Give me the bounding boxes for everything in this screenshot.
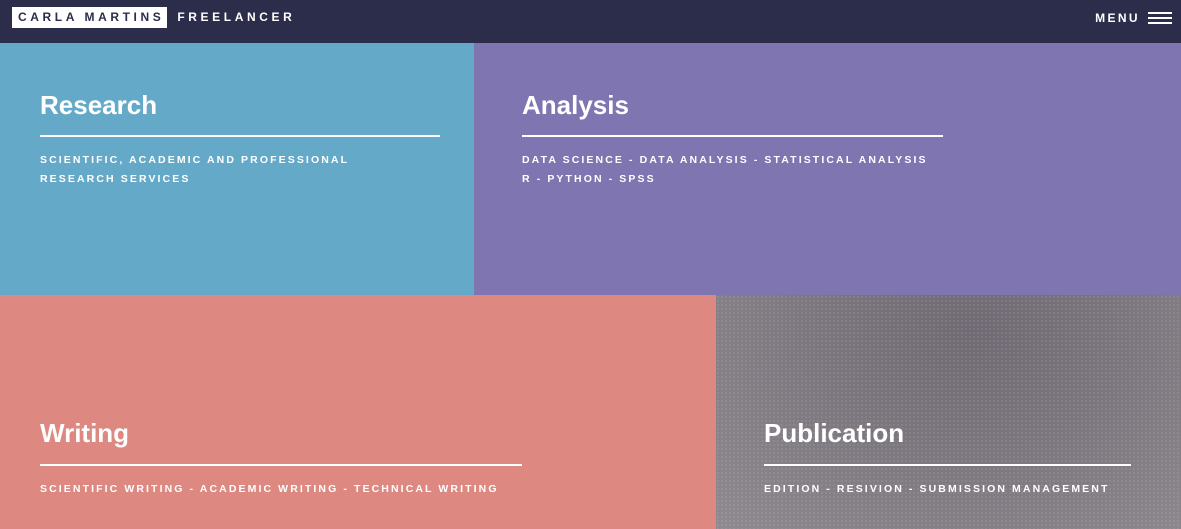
- tile-research-line-1: SCIENTIFIC, ACADEMIC AND PROFESSIONAL: [40, 154, 350, 166]
- tile-publication-line-1: EDITION - RESIVION - SUBMISSION MANAGEME…: [764, 483, 1110, 495]
- brand-subtitle: FREELANCER: [177, 10, 296, 24]
- tile-publication-title[interactable]: Publication: [764, 418, 904, 448]
- tile-writing-description: SCIENTIFIC WRITING - ACADEMIC WRITING - …: [40, 480, 499, 499]
- brand-name[interactable]: CARLA MARTINS: [12, 7, 168, 28]
- tile-analysis-divider: [522, 135, 943, 137]
- brand-logo[interactable]: CARLA MARTINS FREELANCER: [12, 7, 295, 28]
- hamburger-icon[interactable]: [1148, 11, 1172, 25]
- tile-analysis-line-1: DATA SCIENCE - DATA ANALYSIS - STATISTIC…: [522, 154, 928, 166]
- tile-analysis-description: DATA SCIENCE - DATA ANALYSIS - STATISTIC…: [522, 151, 928, 189]
- tile-research-divider: [40, 135, 440, 137]
- tile-writing[interactable]: Writing SCIENTIFIC WRITING - ACADEMIC WR…: [0, 295, 716, 529]
- tile-writing-title[interactable]: Writing: [40, 418, 129, 448]
- tile-publication-divider: [764, 464, 1131, 466]
- menu-button[interactable]: MENU: [1095, 9, 1172, 27]
- tile-analysis[interactable]: Analysis DATA SCIENCE - DATA ANALYSIS - …: [474, 43, 1181, 295]
- tile-research-line-2: RESEARCH SERVICES: [40, 173, 191, 185]
- tile-research-title[interactable]: Research: [40, 90, 157, 120]
- tile-writing-divider: [40, 464, 522, 466]
- tile-research-description: SCIENTIFIC, ACADEMIC AND PROFESSIONAL RE…: [40, 151, 349, 189]
- tile-writing-line-1: SCIENTIFIC WRITING - ACADEMIC WRITING - …: [40, 483, 499, 495]
- tile-publication[interactable]: Publication EDITION - RESIVION - SUBMISS…: [716, 295, 1181, 529]
- tile-publication-description: EDITION - RESIVION - SUBMISSION MANAGEME…: [764, 480, 1109, 499]
- top-navbar: CARLA MARTINS FREELANCER MENU: [0, 0, 1181, 43]
- tile-analysis-line-2: R - PYTHON - SPSS: [522, 173, 656, 185]
- tile-research[interactable]: Research SCIENTIFIC, ACADEMIC AND PROFES…: [0, 43, 474, 295]
- menu-label[interactable]: MENU: [1095, 11, 1140, 25]
- tile-analysis-title[interactable]: Analysis: [522, 90, 629, 120]
